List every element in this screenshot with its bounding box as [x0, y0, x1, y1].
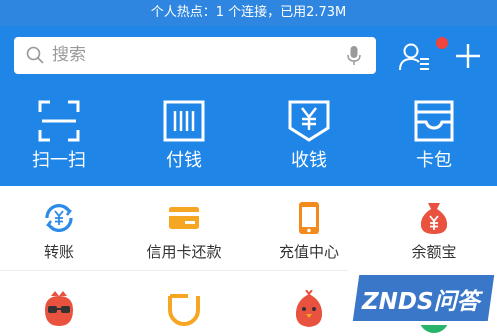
yuebao-label: 余额宝	[411, 243, 457, 261]
didi-icon	[168, 294, 200, 326]
service-item-glasses[interactable]	[4, 290, 114, 330]
status-bar: 个人热点：1 个连接，已用2.73M	[0, 0, 497, 26]
search-input[interactable]: 搜索	[14, 37, 376, 74]
scan-label: 扫一扫	[32, 150, 86, 171]
transfer-label: 转账	[43, 243, 74, 261]
transfer-button[interactable]: 转账	[4, 200, 114, 262]
scan-icon	[38, 100, 80, 142]
glasses-character-icon	[45, 291, 73, 326]
card-wallet-label: 卡包	[416, 150, 452, 171]
pay-label: 付钱	[166, 150, 202, 171]
barcode-icon	[163, 100, 205, 142]
chick-icon	[295, 290, 323, 327]
watermark-text: ZNDS问答	[362, 289, 480, 315]
scan-button[interactable]: 扫一扫	[14, 100, 104, 176]
contacts-icon[interactable]	[398, 42, 432, 72]
search-icon	[26, 46, 44, 64]
receive-label: 收钱	[291, 150, 327, 171]
card-wallet-button[interactable]: 卡包	[389, 100, 479, 176]
phone-recharge-icon	[299, 202, 319, 234]
recharge-center-label: 充值中心	[278, 243, 339, 261]
notification-badge	[436, 37, 448, 49]
microphone-icon[interactable]	[346, 45, 362, 67]
yuebao-button[interactable]: 余额宝	[379, 200, 489, 262]
credit-card-repay-label: 信用卡还款	[146, 243, 222, 261]
transfer-icon	[45, 204, 73, 232]
credit-card-repay-button[interactable]: 信用卡还款	[129, 200, 239, 262]
card-wallet-icon	[414, 100, 454, 142]
add-icon[interactable]	[453, 41, 483, 71]
receive-button[interactable]: 收钱	[264, 100, 354, 176]
header: 搜索 扫一扫 付钱 收钱 卡包	[0, 26, 497, 186]
watermark: ZNDS问答	[348, 268, 497, 325]
service-item-didi[interactable]	[129, 292, 239, 328]
credit-card-icon	[169, 207, 199, 229]
yuan-receive-icon	[288, 100, 330, 142]
status-bar-text: 个人热点：1 个连接，已用2.73M	[150, 5, 347, 20]
search-placeholder: 搜索	[52, 45, 86, 65]
money-bag-icon	[420, 203, 448, 234]
recharge-center-button[interactable]: 充值中心	[254, 200, 364, 262]
pay-button[interactable]: 付钱	[139, 100, 229, 176]
